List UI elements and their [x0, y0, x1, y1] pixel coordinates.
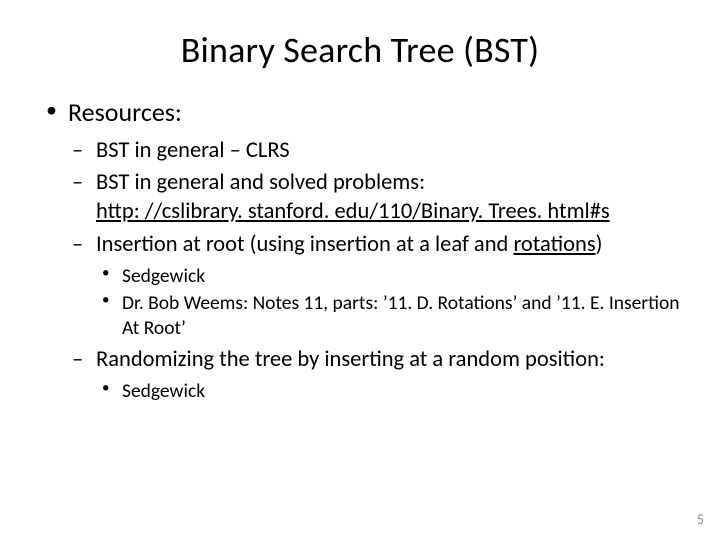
list-item: BST in general and solved problems: http…: [68, 169, 680, 227]
list-item: Resources: BST in general – CLRS BST in …: [40, 96, 680, 404]
resource-link[interactable]: http: //cslibrary. stanford. edu/110/Bin…: [96, 198, 610, 225]
page-number: 5: [697, 511, 704, 528]
l2-text: BST in general and solved problems:: [96, 169, 425, 196]
list-item: Randomizing the tree by inserting at a r…: [68, 346, 680, 404]
list-item: Insertion at root (using insertion at a …: [68, 231, 680, 342]
list-item: BST in general – CLRS: [68, 137, 680, 166]
list-item: Sedgewick: [96, 379, 680, 404]
slide-body: Resources: BST in general – CLRS BST in …: [0, 82, 720, 404]
bullet-list-level3: Sedgewick: [96, 379, 680, 404]
slide-title: Binary Search Tree (BST): [0, 0, 720, 82]
list-item: Sedgewick: [96, 264, 680, 289]
l2-text: Randomizing the tree by inserting at a r…: [96, 346, 605, 373]
l2-text-pre: Insertion at root (using insertion at a …: [96, 231, 513, 258]
bullet-list-level2: BST in general – CLRS BST in general and…: [68, 137, 680, 404]
slide: Binary Search Tree (BST) Resources: BST …: [0, 0, 720, 540]
l2-text-underline: rotations: [513, 231, 595, 258]
bullet-list-level3: Sedgewick Dr. Bob Weems: Notes 11, parts…: [96, 264, 680, 342]
l1-label: Resources:: [68, 96, 182, 128]
bullet-list-level1: Resources: BST in general – CLRS BST in …: [40, 96, 680, 404]
l2-text-post: ): [596, 231, 603, 258]
list-item: Dr. Bob Weems: Notes 11, parts: ʼ11. D. …: [96, 291, 680, 342]
